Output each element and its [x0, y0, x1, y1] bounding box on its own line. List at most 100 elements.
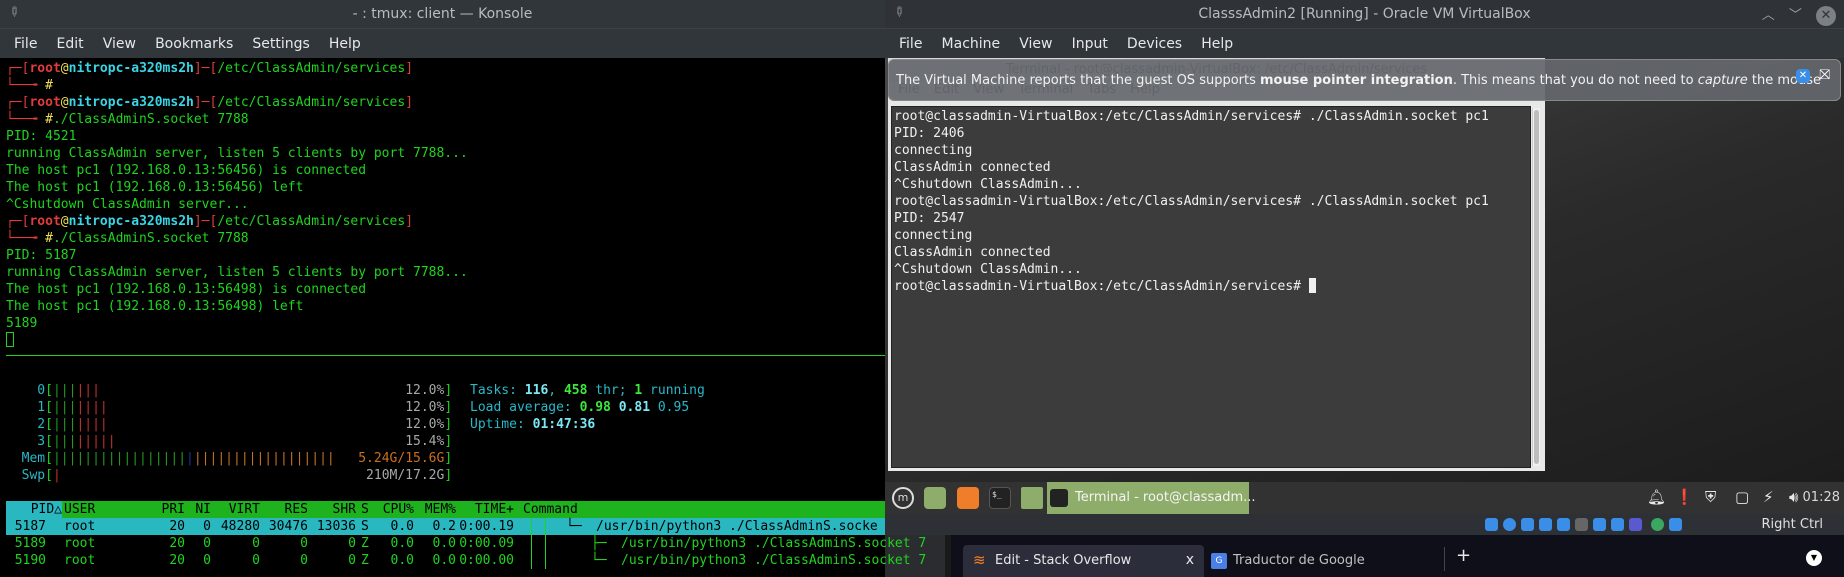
menu-file[interactable]: File — [899, 29, 922, 52]
menu-help[interactable]: Help — [1201, 29, 1233, 52]
process-row[interactable]: 5189 root 20 0 0 0 0 Z 0.0 0.0 0:00.09 ├─ /usr/bin/… — [6, 535, 927, 552]
cell-shr: 13036 — [316, 519, 356, 534]
terminal-line: running ClassAdmin server, listen 5 clie… — [6, 264, 468, 281]
mouse-integration-icon[interactable]: ⛝ — [1819, 67, 1830, 83]
htop-meter-swp: Swp[| 210M/17.2G] — [6, 467, 453, 484]
tab-stack-overflow[interactable]: ≋ Edit - Stack Overflow x — [963, 545, 1204, 577]
display-icon[interactable] — [1593, 518, 1606, 531]
power-icon[interactable]: ⚡ — [1763, 488, 1774, 506]
menu-help[interactable]: Help — [329, 29, 361, 52]
menu-bookmarks[interactable]: Bookmarks — [155, 29, 233, 52]
terminal-line: The host pc1 (192.168.0.13:56456) left — [6, 179, 468, 196]
cell-shr: 0 — [348, 536, 356, 551]
meter-bracket: ] — [444, 383, 453, 398]
prompt-bracket: ]─[ — [193, 214, 218, 229]
col-virt[interactable]: VIRT — [212, 501, 260, 518]
menu-input[interactable]: Input — [1072, 29, 1108, 52]
network-icon[interactable] — [1539, 518, 1552, 531]
usb-icon[interactable] — [1557, 518, 1570, 531]
konsole-titlebar[interactable]: ✎ - : tmux: client — Konsole — [0, 0, 885, 28]
menu-machine[interactable]: Machine — [942, 29, 1001, 52]
cell-res: 0 — [300, 553, 308, 568]
close-tab-icon[interactable]: x — [1186, 552, 1194, 568]
tmux-top-pane[interactable]: ┌─[root@nitropc-a320ms2h]─[/etc/ClassAdm… — [6, 60, 468, 349]
volume-icon[interactable]: 🔊︎ — [1789, 488, 1798, 506]
meter-value: 12.0% — [405, 383, 445, 398]
maximize-icon[interactable]: ﹀ — [1789, 8, 1802, 23]
audio-icon[interactable] — [1521, 518, 1534, 531]
tmux-pane-separator[interactable] — [6, 355, 885, 356]
close-icon[interactable]: ✕ — [1816, 6, 1836, 26]
process-row[interactable]: 5187 root 20 0 48280 30476 13036 S 0.0 0.2 0:00.19… — [6, 518, 885, 535]
new-tab-button[interactable]: + — [1456, 545, 1471, 566]
menu-view[interactable]: View — [103, 29, 136, 52]
cell-command: /usr/bin/python3 ./ClassAdminS.socket 7 — [621, 553, 927, 568]
col-pri[interactable]: PRI — [145, 501, 185, 518]
vbox-title: ClasssAdmin2 [Running] - Oracle VM Virtu… — [1198, 6, 1531, 22]
prompt-at: @ — [60, 214, 69, 229]
terminal-launcher-icon[interactable]: $_ — [989, 487, 1011, 509]
cell-virt: 0 — [252, 536, 260, 551]
prompt-path: /etc/ClassAdmin/services — [217, 95, 406, 110]
dismiss-icon[interactable]: ✕ — [1796, 69, 1810, 83]
guest-clock[interactable]: 01:28 — [1803, 490, 1840, 505]
menu-file[interactable]: File — [14, 29, 37, 52]
meter-value: 15.4% — [405, 434, 445, 449]
meter-bar: ||| — [52, 434, 77, 449]
vt-x-icon[interactable] — [1629, 518, 1642, 531]
meter-pad — [335, 451, 358, 466]
tab-google-translate[interactable]: G Traductor de Google — [1209, 545, 1439, 577]
col-user[interactable]: USER — [64, 501, 95, 518]
mouse-integration-status-icon[interactable] — [1651, 518, 1664, 531]
prompt-bracket: ┌─[ — [6, 214, 30, 229]
guest-terminal-body[interactable]: root@classadmin-VirtualBox:/etc/ClassAdm… — [891, 106, 1531, 468]
menu-edit[interactable]: Edit — [57, 29, 84, 52]
firefox-icon[interactable] — [957, 487, 979, 509]
taskbar-terminal-task[interactable]: Terminal - root@classadm... — [1047, 482, 1256, 514]
shared-folders-icon[interactable] — [1575, 518, 1588, 531]
col-res[interactable]: RES — [260, 501, 308, 518]
guest-terminal-window[interactable]: Terminal - root@classadmin-VirtualBox: /… — [888, 58, 1545, 471]
show-desktop-icon[interactable] — [924, 487, 946, 509]
process-row[interactable]: 5190 root 20 0 0 0 0 Z 0.0 0.0 0:00.00 └─ /usr/bin/… — [6, 552, 927, 569]
col-command[interactable]: Command — [523, 501, 578, 518]
notifications-icon[interactable]: 🔔︎ — [1647, 488, 1666, 506]
cell-pri: 20 — [169, 536, 185, 551]
files-icon[interactable] — [1021, 487, 1043, 509]
meter-bracket: [ — [45, 451, 53, 466]
vbox-titlebar[interactable]: ✎ ClasssAdmin2 [Running] - Oracle VM Vir… — [885, 0, 1844, 28]
meter-label: Mem — [6, 451, 46, 466]
meter-bracket: [ — [45, 434, 53, 449]
htop-column-header[interactable]: PID△ USER PRI NI VIRT RES SHR S CPU% MEM… — [6, 501, 885, 518]
htop-meter-2: 2[||||||| 12.0%] — [6, 416, 452, 433]
scrollbar-thumb[interactable] — [1534, 110, 1539, 464]
update-shield-icon[interactable]: ⛨ — [1705, 488, 1716, 506]
col-shr[interactable]: SHR — [308, 501, 356, 518]
menu-settings[interactable]: Settings — [252, 29, 309, 52]
terminal-line — [6, 332, 468, 349]
menu-devices[interactable]: Devices — [1127, 29, 1182, 52]
col-cpu[interactable]: CPU% — [374, 501, 414, 518]
col-mem[interactable]: MEM% — [416, 501, 456, 518]
col-state[interactable]: S — [361, 501, 369, 518]
cell-s: Z — [361, 536, 369, 551]
guest-terminal-scrollbar[interactable] — [1532, 108, 1540, 466]
vm-display[interactable]: Terminal - root@classadmin-VirtualBox: /… — [885, 58, 1844, 535]
col-ni[interactable]: NI — [186, 501, 211, 518]
mint-menu-icon[interactable]: m — [892, 487, 914, 509]
hard-disk-icon[interactable] — [1485, 518, 1498, 531]
minimize-icon[interactable]: ︿ — [1762, 8, 1775, 23]
guest-terminal-line: ^Cshutdown ClassAdmin... — [894, 177, 1082, 192]
optical-drive-icon[interactable] — [1503, 518, 1516, 531]
meter-bracket: ] — [444, 417, 453, 432]
col-pid[interactable]: PID△ — [6, 501, 62, 518]
col-time[interactable]: TIME+ — [458, 501, 514, 518]
clipboard-icon[interactable]: ❗ — [1675, 488, 1694, 506]
tab-list-icon[interactable]: ▼ — [1806, 550, 1822, 566]
menu-view[interactable]: View — [1019, 29, 1052, 52]
window-icon[interactable]: ▢ — [1735, 488, 1749, 506]
cell-time: 0:00.09 — [459, 536, 514, 551]
keyboard-capture-icon[interactable] — [1669, 518, 1682, 531]
recording-icon[interactable] — [1611, 518, 1624, 531]
cell-pid: 5189 — [14, 536, 46, 551]
